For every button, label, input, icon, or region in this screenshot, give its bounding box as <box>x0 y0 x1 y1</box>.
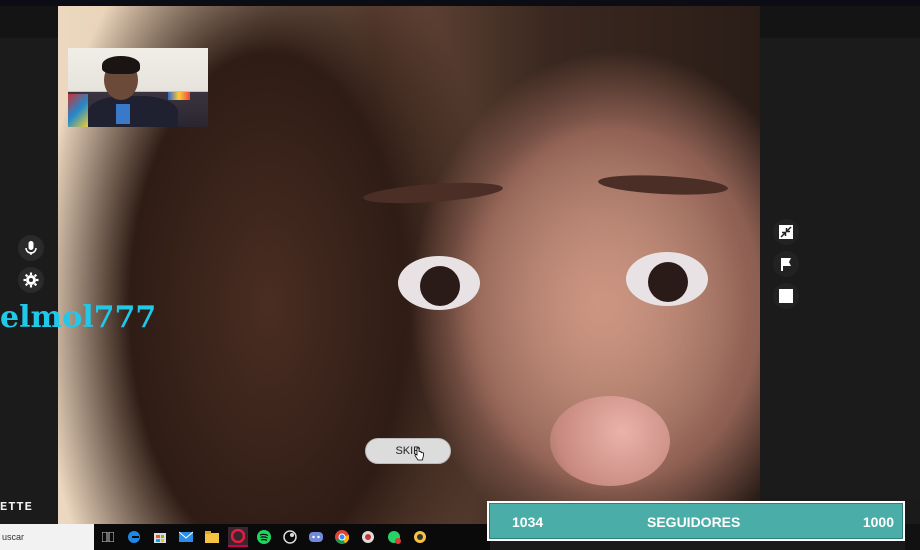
skip-button[interactable]: SKIP <box>365 438 451 464</box>
poster <box>68 94 88 127</box>
eye-left <box>398 256 480 310</box>
eye-right <box>626 252 708 306</box>
person-body <box>88 96 178 127</box>
task-view-icon[interactable] <box>98 527 118 547</box>
follower-goal-label: SEGUIDORES <box>647 514 741 530</box>
whatsapp-icon[interactable] <box>384 527 404 547</box>
hand-cursor-icon <box>414 447 424 461</box>
exit-fullscreen-icon[interactable] <box>773 219 799 245</box>
tray-strip <box>905 524 920 550</box>
person-hair <box>102 56 140 74</box>
edge-icon[interactable] <box>124 527 144 547</box>
report-flag-icon[interactable] <box>773 251 799 277</box>
file-explorer-icon[interactable] <box>202 527 222 547</box>
spotify-icon[interactable] <box>254 527 274 547</box>
stop-icon[interactable] <box>773 283 799 309</box>
eyebrow-left <box>362 179 504 207</box>
windows-taskbar: uscar <box>0 524 490 550</box>
steam-icon[interactable] <box>280 527 300 547</box>
chrome-icon[interactable] <box>332 527 352 547</box>
username-overlay: elmol777 <box>0 300 157 335</box>
site-brand: ETTE <box>0 500 33 514</box>
self-video-preview <box>68 48 208 127</box>
follower-goal-bar: 1034 SEGUIDORES 1000 <box>487 501 905 541</box>
app-icon[interactable] <box>358 527 378 547</box>
taskbar-search-input[interactable]: uscar <box>0 524 94 550</box>
app-icon-2[interactable] <box>410 527 430 547</box>
discord-icon[interactable] <box>306 527 326 547</box>
nose <box>550 396 670 486</box>
poster <box>168 92 190 100</box>
opera-icon[interactable] <box>228 527 248 547</box>
mail-icon[interactable] <box>176 527 196 547</box>
settings-gear-icon[interactable] <box>18 267 44 293</box>
store-icon[interactable] <box>150 527 170 547</box>
follower-target-count: 1000 <box>862 514 894 530</box>
follower-current-count: 1034 <box>512 514 544 530</box>
person-shirt <box>116 104 130 124</box>
microphone-icon[interactable] <box>18 235 44 261</box>
eyebrow-right <box>597 172 729 198</box>
